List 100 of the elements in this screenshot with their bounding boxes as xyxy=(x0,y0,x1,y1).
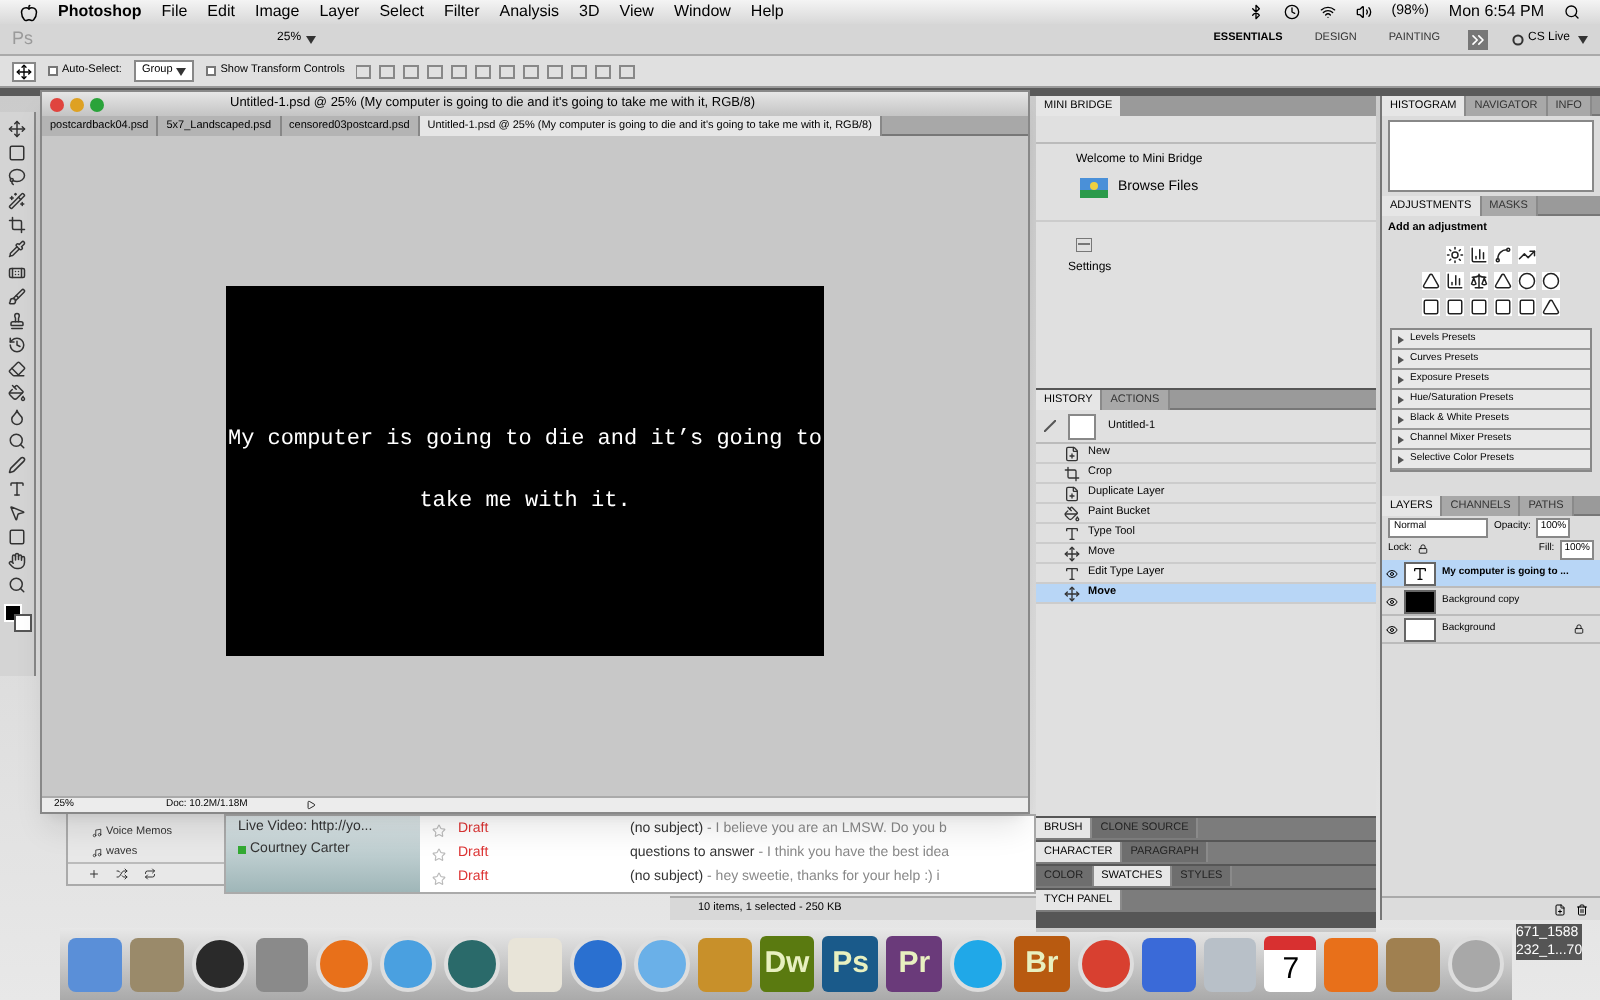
menu-item[interactable]: View xyxy=(619,0,654,24)
visibility-icon[interactable] xyxy=(1386,595,1398,608)
visibility-icon[interactable] xyxy=(1386,567,1398,580)
adjustment-icon[interactable] xyxy=(1518,246,1536,265)
dock-app-icon[interactable] xyxy=(191,936,248,992)
adjustment-icon[interactable] xyxy=(1494,246,1512,265)
crop-icon xyxy=(1064,465,1080,481)
menu-clock[interactable]: Mon 6:54 PM xyxy=(1448,0,1544,24)
adjustment-icon[interactable] xyxy=(1422,272,1440,291)
repeat-icon[interactable] xyxy=(144,868,156,880)
magnifier-icon[interactable] xyxy=(8,432,26,450)
move-tool-icon[interactable] xyxy=(12,61,36,81)
type-icon xyxy=(1064,525,1080,541)
menu-item[interactable]: Analysis xyxy=(499,0,560,24)
menu-item[interactable]: Help xyxy=(750,0,784,24)
eyedropper-icon[interactable] xyxy=(8,240,26,258)
star-icon[interactable] xyxy=(432,847,446,861)
pointer-icon[interactable] xyxy=(8,504,26,522)
menu-item[interactable]: Edit xyxy=(207,0,235,24)
type-icon[interactable] xyxy=(8,480,26,498)
snapshot-brush-icon xyxy=(1044,420,1056,432)
layer-thumbnail xyxy=(1404,589,1436,614)
clock-icon[interactable] xyxy=(1283,4,1300,20)
dock-app-icon[interactable]: Dw xyxy=(759,936,815,992)
menu-item[interactable]: Image xyxy=(254,0,300,24)
apple-icon[interactable] xyxy=(20,3,38,21)
volume-icon[interactable] xyxy=(1355,4,1372,20)
calendar-icon[interactable]: 7 xyxy=(1264,936,1317,992)
search-icon[interactable] xyxy=(1564,4,1580,20)
caret-icon[interactable] xyxy=(305,35,316,43)
brush-icon[interactable] xyxy=(8,288,26,306)
lasso-icon[interactable] xyxy=(8,168,26,186)
droplet-icon[interactable] xyxy=(8,408,26,426)
lock-icon[interactable] xyxy=(1417,544,1428,555)
menu-item[interactable]: File xyxy=(161,0,188,24)
dock-app-icon[interactable]: Br xyxy=(1014,936,1070,992)
document-icon xyxy=(1064,445,1080,461)
adjustment-icon[interactable] xyxy=(1542,298,1560,317)
settings-icon[interactable] xyxy=(1076,237,1092,251)
adjustment-icon[interactable] xyxy=(1446,272,1464,291)
wifi-icon[interactable] xyxy=(1319,4,1336,20)
disclosure-triangle-icon xyxy=(1398,375,1404,384)
bucket-icon xyxy=(1064,505,1080,521)
visibility-icon[interactable] xyxy=(1386,623,1398,636)
menu-item[interactable]: Filter xyxy=(443,0,480,24)
zoom-icon[interactable] xyxy=(8,576,26,594)
trash-icon[interactable] xyxy=(1576,903,1588,915)
disclosure-triangle-icon xyxy=(1398,355,1404,364)
marquee-icon[interactable] xyxy=(8,144,26,162)
adjustment-icon[interactable] xyxy=(1518,272,1536,291)
document-icon xyxy=(1064,485,1080,501)
pen-icon[interactable] xyxy=(8,456,26,474)
disclosure-triangle-icon xyxy=(1398,395,1404,404)
checkbox[interactable] xyxy=(206,66,217,76)
shuffle-icon[interactable] xyxy=(116,868,128,880)
star-icon[interactable] xyxy=(432,871,446,885)
disclosure-triangle-icon xyxy=(1398,455,1404,464)
dock-app-icon[interactable] xyxy=(444,936,501,992)
add-icon[interactable] xyxy=(88,868,100,880)
caret-icon[interactable] xyxy=(176,67,187,75)
snapshot-thumbnail xyxy=(1068,413,1096,439)
checkbox[interactable] xyxy=(48,66,58,76)
bluetooth-icon[interactable] xyxy=(1247,4,1264,20)
menu-item[interactable]: Select xyxy=(379,0,424,24)
circle-icon xyxy=(1511,33,1524,45)
color-swatches[interactable] xyxy=(3,604,31,632)
menu-item[interactable]: 3D xyxy=(579,0,600,24)
disclosure-triangle-icon xyxy=(1398,435,1404,444)
dock-app-icon[interactable]: Pr xyxy=(886,936,943,992)
more-workspaces-icon[interactable] xyxy=(1467,29,1488,49)
align-icons-drawing[interactable] xyxy=(356,63,637,79)
eraser-icon[interactable] xyxy=(8,360,26,378)
move-icon[interactable] xyxy=(8,120,26,138)
wand-icon[interactable] xyxy=(8,192,26,210)
history-brush-icon[interactable] xyxy=(8,336,26,354)
bucket-icon[interactable] xyxy=(8,384,26,402)
bandage-icon[interactable] xyxy=(8,264,26,282)
adjustment-icon[interactable] xyxy=(1542,272,1560,291)
menu-item[interactable]: Window xyxy=(673,0,731,24)
close-button[interactable] xyxy=(50,97,64,111)
stamp-icon[interactable] xyxy=(8,312,26,330)
adjustment-icon[interactable] xyxy=(1470,272,1488,291)
adjustment-icon[interactable] xyxy=(1446,246,1464,265)
caret-icon[interactable] xyxy=(1578,35,1588,43)
star-icon[interactable] xyxy=(432,823,446,837)
new-layer-icon[interactable] xyxy=(1554,903,1566,915)
app-logo: Ps xyxy=(12,25,34,52)
move-icon xyxy=(1064,585,1080,601)
dock-app-icon[interactable]: Ps xyxy=(822,936,879,992)
menu-app-name[interactable]: Photoshop xyxy=(58,0,142,24)
menu-item[interactable]: Layer xyxy=(319,0,360,24)
adjustment-icon[interactable] xyxy=(1494,272,1512,291)
adjustment-icon[interactable] xyxy=(1470,246,1488,265)
rectangle-icon[interactable] xyxy=(8,528,26,546)
type-icon xyxy=(1064,565,1080,581)
hand-icon[interactable] xyxy=(8,552,26,570)
play-icon[interactable] xyxy=(306,800,316,810)
move-icon xyxy=(1064,545,1080,561)
disclosure-triangle-icon xyxy=(1398,335,1404,344)
crop-icon[interactable] xyxy=(8,216,26,234)
